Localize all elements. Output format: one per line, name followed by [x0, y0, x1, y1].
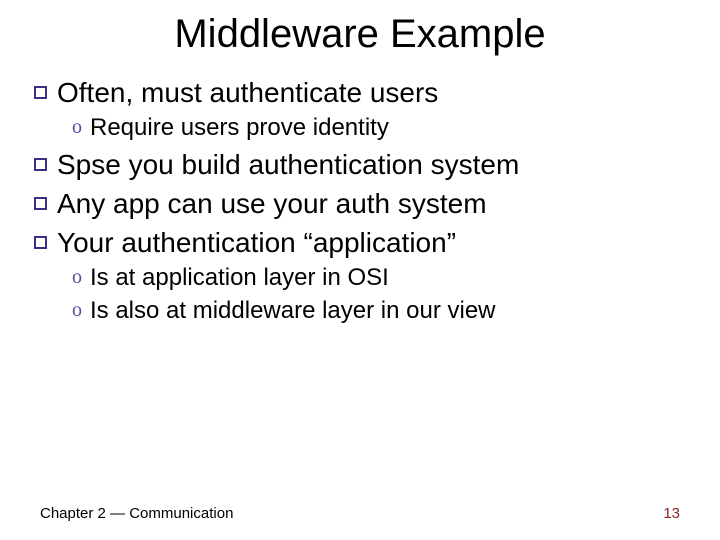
bullet-text: Often, must authenticate users [57, 75, 438, 110]
bullet-text: Spse you build authentication system [57, 147, 519, 182]
footer: Chapter 2 — Communication 13 [40, 505, 680, 522]
bullet-level1: Often, must authenticate users [34, 75, 686, 110]
bullet-text: Require users prove identity [90, 112, 389, 143]
footer-left: Chapter 2 — Communication [40, 505, 233, 522]
bullet-text: Is at application layer in OSI [90, 262, 389, 293]
slide-title: Middleware Example [0, 12, 720, 57]
bullet-text: Your authentication “application” [57, 225, 456, 260]
bullet-level2: o Is also at middleware layer in our vie… [72, 295, 686, 326]
circle-bullet-icon: o [72, 114, 82, 140]
square-bullet-icon [34, 236, 47, 249]
bullet-level2: o Is at application layer in OSI [72, 262, 686, 293]
page-number: 13 [663, 505, 680, 522]
bullet-text: Any app can use your auth system [57, 186, 487, 221]
bullet-level2: o Require users prove identity [72, 112, 686, 143]
square-bullet-icon [34, 158, 47, 171]
circle-bullet-icon: o [72, 264, 82, 290]
bullet-level1: Any app can use your auth system [34, 186, 686, 221]
bullet-level1: Your authentication “application” [34, 225, 686, 260]
square-bullet-icon [34, 197, 47, 210]
slide: Middleware Example Often, must authentic… [0, 12, 720, 540]
slide-body: Often, must authenticate users o Require… [0, 75, 720, 327]
bullet-level1: Spse you build authentication system [34, 147, 686, 182]
bullet-text: Is also at middleware layer in our view [90, 295, 496, 326]
square-bullet-icon [34, 86, 47, 99]
circle-bullet-icon: o [72, 297, 82, 323]
